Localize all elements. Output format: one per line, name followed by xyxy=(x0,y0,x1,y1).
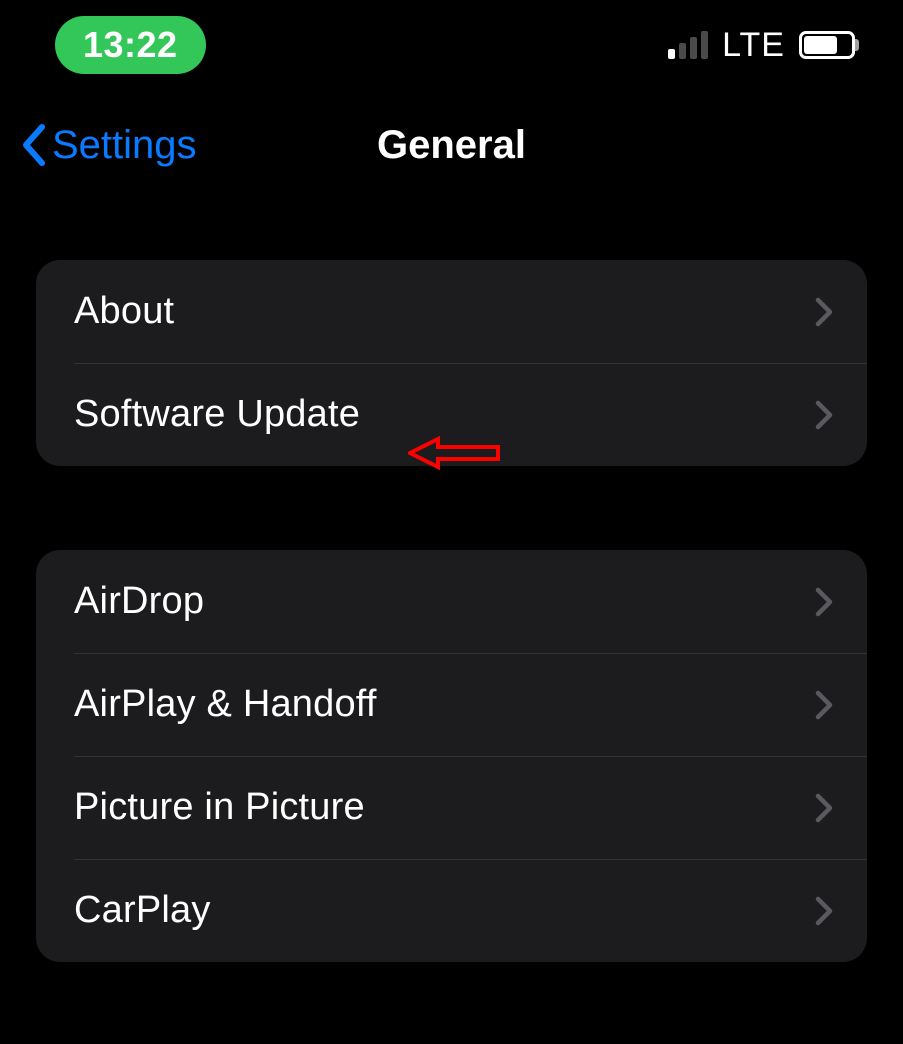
row-software-update[interactable]: Software Update xyxy=(36,363,867,466)
row-label: CarPlay xyxy=(74,889,211,932)
row-about[interactable]: About xyxy=(36,260,867,363)
cellular-signal-icon xyxy=(668,31,708,59)
chevron-left-icon xyxy=(20,123,46,167)
settings-group: About Software Update xyxy=(36,260,867,466)
chevron-right-icon xyxy=(815,896,833,926)
status-time-pill[interactable]: 13:22 xyxy=(55,16,206,74)
row-label: About xyxy=(74,290,174,333)
page-title: General xyxy=(377,123,526,168)
battery-fill xyxy=(804,36,837,54)
row-label: Software Update xyxy=(74,393,360,436)
back-label: Settings xyxy=(52,123,197,168)
settings-group: AirDrop AirPlay & Handoff Picture in Pic… xyxy=(36,550,867,962)
content: About Software Update AirDrop AirPlay & … xyxy=(0,200,903,962)
navigation-bar: Settings General xyxy=(0,90,903,200)
battery-icon xyxy=(799,31,855,59)
chevron-right-icon xyxy=(815,793,833,823)
chevron-right-icon xyxy=(815,587,833,617)
row-label: AirPlay & Handoff xyxy=(74,683,377,726)
row-carplay[interactable]: CarPlay xyxy=(36,859,867,962)
chevron-right-icon xyxy=(815,690,833,720)
network-label: LTE xyxy=(722,26,785,65)
chevron-right-icon xyxy=(815,297,833,327)
row-airplay-handoff[interactable]: AirPlay & Handoff xyxy=(36,653,867,756)
status-right: LTE xyxy=(668,26,855,65)
back-button[interactable]: Settings xyxy=(20,123,197,168)
row-label: AirDrop xyxy=(74,580,204,623)
row-airdrop[interactable]: AirDrop xyxy=(36,550,867,653)
status-time: 13:22 xyxy=(83,24,178,65)
row-label: Picture in Picture xyxy=(74,786,365,829)
status-bar: 13:22 LTE xyxy=(0,0,903,90)
chevron-right-icon xyxy=(815,400,833,430)
row-picture-in-picture[interactable]: Picture in Picture xyxy=(36,756,867,859)
